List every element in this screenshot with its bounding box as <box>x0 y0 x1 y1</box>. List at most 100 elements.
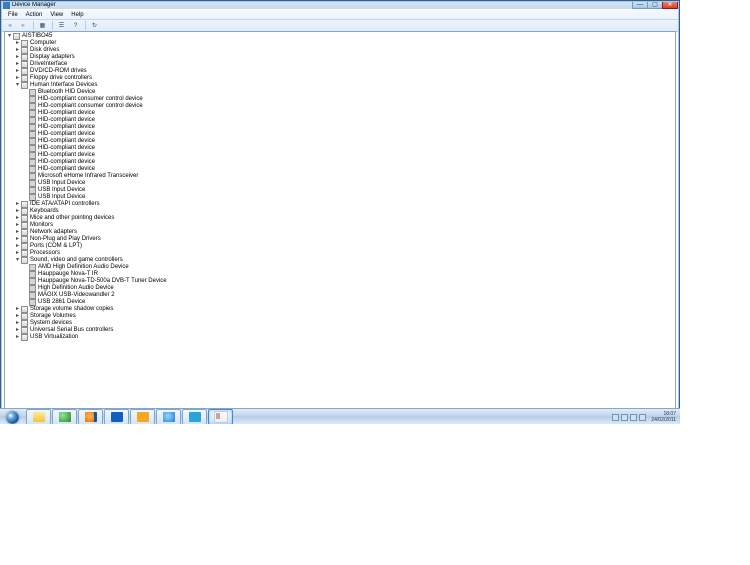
volume-tray-icon[interactable] <box>639 414 646 421</box>
tree-label: Mice and other pointing devices <box>30 215 114 222</box>
tree-category[interactable]: ▸Universal Serial Bus controllers <box>14 327 674 334</box>
tree-root[interactable]: ▾AISTIBO45 <box>6 33 674 40</box>
tree-category[interactable]: ▸Floppy drive controllers <box>14 75 674 82</box>
tree-category[interactable]: ▸Computer <box>14 40 674 47</box>
tree-category[interactable]: ▸ Mice and other pointing devices <box>14 215 674 222</box>
tree-device[interactable]: USB 2861 Device <box>22 299 674 306</box>
tree-category[interactable]: ▸Network adapters <box>14 229 674 236</box>
expand-icon[interactable]: ▸ <box>14 236 21 243</box>
expand-icon[interactable]: ▸ <box>14 215 21 222</box>
expand-icon[interactable]: ▸ <box>14 222 21 229</box>
close-button[interactable]: ✕ <box>662 1 678 9</box>
menu-file[interactable]: File <box>4 12 22 18</box>
expand-icon[interactable]: ▸ <box>14 306 21 313</box>
expand-icon[interactable]: ▸ <box>14 334 21 341</box>
tree-device[interactable]: HID-compliant device <box>22 124 674 131</box>
tree-category[interactable]: ▾Human Interface Devices <box>14 82 674 89</box>
taskbar-pin-snipping-tool[interactable] <box>208 409 233 425</box>
tree-device[interactable]: HID-compliant device <box>22 110 674 117</box>
taskbar-pin-firefox[interactable] <box>78 409 103 425</box>
tree-device[interactable]: Hauppauge Nova-T IR <box>22 271 674 278</box>
network-tray-icon[interactable] <box>630 414 637 421</box>
menu-help[interactable]: Help <box>67 12 87 18</box>
tree-device[interactable]: USB Input Device <box>22 180 674 187</box>
tree-category[interactable]: ▸Keyboards <box>14 208 674 215</box>
tree-device[interactable]: Microsoft eHome Infrared Transceiver <box>22 173 674 180</box>
back-button[interactable]: ◄ <box>3 20 16 31</box>
expand-icon[interactable]: ▸ <box>14 61 21 68</box>
show-hidden-icons-icon[interactable] <box>612 414 619 421</box>
titlebar[interactable]: Device Manager — ▢ ✕ <box>1 1 679 9</box>
tree-category[interactable]: ▸Monitors <box>14 222 674 229</box>
hid-dev-icon <box>29 138 36 145</box>
hid-dev-icon <box>29 194 36 201</box>
tree-device[interactable]: HID-compliant device <box>22 166 674 173</box>
tree-device[interactable]: HID-compliant device <box>22 159 674 166</box>
tree-device[interactable]: HID-compliant consumer control device <box>22 96 674 103</box>
disk-icon <box>21 47 28 54</box>
expand-icon[interactable]: ▸ <box>14 40 21 47</box>
hid-dev-icon <box>29 110 36 117</box>
expand-icon[interactable]: ▸ <box>14 68 21 75</box>
tree-category[interactable]: ▸IDE ATA/ATAPI controllers <box>14 201 674 208</box>
collapse-icon[interactable]: ▾ <box>14 257 21 264</box>
taskbar-pin-media-player[interactable] <box>182 409 207 425</box>
taskbar-pin-browser-globe[interactable] <box>52 409 77 425</box>
tree-category[interactable]: ▸Processors <box>14 250 674 257</box>
tree-device[interactable]: HID-compliant device <box>22 145 674 152</box>
tree-category[interactable]: ▸DriveInterface <box>14 61 674 68</box>
tree-device[interactable]: Hauppauge Nova-TD-500a DVB-T Tuner Devic… <box>22 278 674 285</box>
tree-category[interactable]: ▸Ports (COM & LPT) <box>14 243 674 250</box>
tree-device[interactable]: HID-compliant device <box>22 117 674 124</box>
minimize-button[interactable]: — <box>632 1 648 9</box>
tree-category[interactable]: ▾Sound, video and game controllers <box>14 257 674 264</box>
menu-action[interactable]: Action <box>22 12 47 18</box>
start-button[interactable] <box>0 409 24 425</box>
properties-button[interactable]: ☰ <box>55 20 68 31</box>
taskbar-pin-outlook[interactable] <box>130 409 155 425</box>
expand-icon[interactable]: ▸ <box>14 201 21 208</box>
expand-icon[interactable]: ▸ <box>14 250 21 257</box>
tree-device[interactable]: Bluetooth HID Device <box>22 89 674 96</box>
taskbar-clock[interactable]: 18:07 24/02/2011 <box>649 411 678 423</box>
action-center-icon[interactable] <box>621 414 628 421</box>
device-tree-pane[interactable]: ▾AISTIBO45▸Computer▸Disk drives▸Display … <box>4 31 676 420</box>
collapse-icon[interactable]: ▾ <box>6 33 13 40</box>
tree-category[interactable]: ▸DVD/CD-ROM drives <box>14 68 674 75</box>
collapse-icon[interactable]: ▾ <box>14 82 21 89</box>
expand-icon[interactable]: ▸ <box>14 75 21 82</box>
tree-category[interactable]: ▸Display adapters <box>14 54 674 61</box>
expand-icon[interactable]: ▸ <box>14 54 21 61</box>
tree-device[interactable]: USB Input Device <box>22 194 674 201</box>
tree-device[interactable]: MAGIX USB-Videowandler 2 <box>22 292 674 299</box>
forward-button[interactable]: ► <box>17 20 30 31</box>
tree-category[interactable]: ▸Non-Plug and Play Drivers <box>14 236 674 243</box>
tree-category[interactable]: ▸Disk drives <box>14 47 674 54</box>
expand-icon[interactable]: ▸ <box>14 327 21 334</box>
tree-category[interactable]: ▸USB Virtualization <box>14 334 674 341</box>
taskbar-pin-internet-explorer[interactable] <box>156 409 181 425</box>
tree-device[interactable]: HID-compliant consumer control device <box>22 103 674 110</box>
tree-device[interactable]: High Definition Audio Device <box>22 285 674 292</box>
taskbar-pin-explorer[interactable] <box>26 409 51 425</box>
tree-category[interactable]: ▸Storage volume shadow copies <box>14 306 674 313</box>
scan-button[interactable]: ↻ <box>88 20 101 31</box>
expand-icon[interactable]: ▸ <box>14 208 21 215</box>
show-hidden-button[interactable]: ▦ <box>36 20 49 31</box>
expand-icon[interactable]: ▸ <box>14 313 21 320</box>
expand-icon[interactable]: ▸ <box>14 47 21 54</box>
tree-device[interactable]: HID-compliant device <box>22 152 674 159</box>
expand-icon[interactable]: ▸ <box>14 229 21 236</box>
maximize-button[interactable]: ▢ <box>647 1 663 9</box>
tree-device[interactable]: USB Input Device <box>22 187 674 194</box>
menu-view[interactable]: View <box>46 12 67 18</box>
expand-icon[interactable]: ▸ <box>14 243 21 250</box>
help-button[interactable]: ? <box>69 20 82 31</box>
expand-icon[interactable]: ▸ <box>14 320 21 327</box>
tree-device[interactable]: HID-compliant device <box>22 131 674 138</box>
tree-category[interactable]: ▸Storage Volumes <box>14 313 674 320</box>
tree-device[interactable]: AMD High Definition Audio Device <box>22 264 674 271</box>
taskbar-pin-bluetooth[interactable] <box>104 409 129 425</box>
tree-device[interactable]: HID-compliant device <box>22 138 674 145</box>
tree-category[interactable]: ▸System devices <box>14 320 674 327</box>
